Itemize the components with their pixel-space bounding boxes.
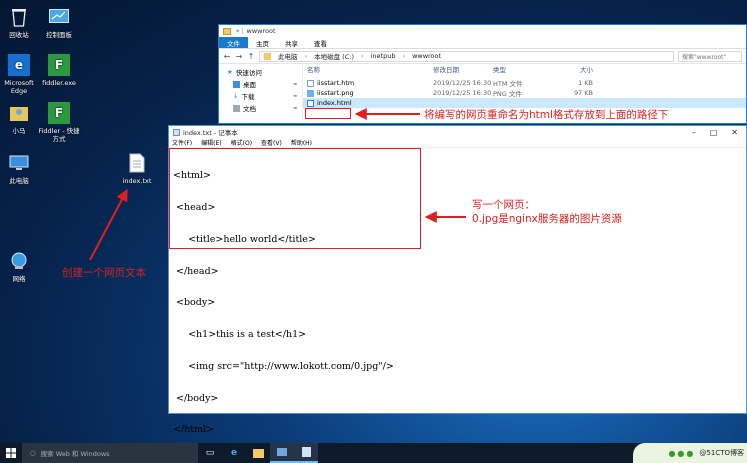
windows-logo-icon: [6, 448, 16, 458]
annotation-arrows: [89, 108, 466, 261]
annotation-write-line2: 0.jpg是nginx服务器的图片资源: [472, 213, 622, 225]
system-tray: ●●● @51CTO博客: [633, 443, 747, 463]
taskbar: ○ 搜索 Web 和 Windows ▭ e ●●● @51CTO博客: [0, 443, 747, 463]
taskbar-notepad-icon[interactable]: [294, 443, 318, 463]
annotation-write-line1: 写一个网页：: [472, 199, 535, 211]
taskbar-store-icon[interactable]: [270, 443, 294, 463]
taskbar-search-input[interactable]: ○ 搜索 Web 和 Windows: [22, 443, 198, 463]
arrow-to-index-txt: [89, 188, 128, 261]
taskbar-search-placeholder: 搜索 Web 和 Windows: [40, 450, 110, 458]
search-icon: ○: [30, 449, 36, 457]
taskbar-edge-icon[interactable]: e: [222, 443, 246, 463]
watermark: @51CTO博客: [699, 449, 744, 457]
taskbar-explorer-icon[interactable]: [246, 443, 270, 463]
task-view-icon[interactable]: ▭: [198, 443, 222, 463]
tray-icons[interactable]: ●●●: [668, 449, 695, 458]
annotation-create: 创建一个网页文本: [62, 267, 146, 279]
start-button[interactable]: [0, 443, 22, 463]
annotation-rename: 将编写的网页重命名为html格式存放到上面的路径下: [424, 109, 669, 121]
